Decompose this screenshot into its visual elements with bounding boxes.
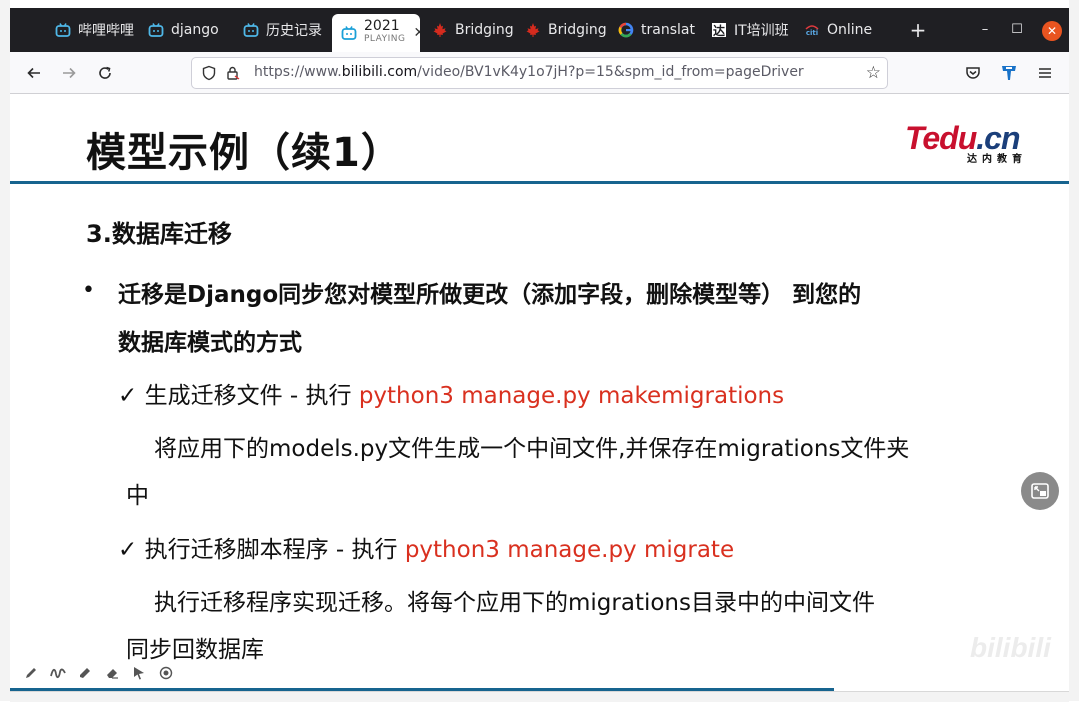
- tab-label: 2021: [364, 18, 400, 34]
- description-line: 执行迁移程序实现迁移。将每个应用下的migrations目录中的中间文件: [154, 590, 875, 616]
- bilibili-icon: [340, 24, 358, 42]
- forward-button[interactable]: [58, 62, 80, 84]
- tab-playing-label: PLAYING: [364, 34, 406, 44]
- reload-button[interactable]: [94, 62, 116, 84]
- check-item-makemigrations: ✓ 生成迁移文件 - 执行 python3 manage.py makemigr…: [118, 376, 784, 410]
- pen-icon[interactable]: [22, 664, 40, 682]
- tab-close-icon[interactable]: ✕: [413, 25, 420, 41]
- bilibili-icon: [54, 21, 72, 39]
- tab-bridging-1[interactable]: Bridging: [431, 14, 515, 46]
- bullet-marker: •: [82, 278, 95, 303]
- record-icon[interactable]: [157, 664, 175, 682]
- hamburger-menu-icon: [1039, 68, 1051, 78]
- maple-leaf-icon: [524, 21, 542, 39]
- description-line: 将应用下的models.py文件生成一个中间文件,并保存在migrations文…: [154, 436, 910, 462]
- url-domain: bilibili.com: [341, 64, 418, 80]
- section-heading: 3.数据库迁移: [86, 220, 232, 248]
- extension-icon: [1002, 66, 1016, 80]
- drawing-toolbar: [22, 664, 175, 682]
- menu-button[interactable]: [1034, 62, 1056, 84]
- maximize-button[interactable]: ☐: [1006, 22, 1028, 37]
- maple-leaf-icon: [431, 21, 449, 39]
- tab-label: 哔哩哔哩: [78, 23, 134, 39]
- check-mark-icon: ✓: [118, 383, 138, 409]
- tab-translate[interactable]: translat: [617, 14, 697, 46]
- highlighter-icon[interactable]: [76, 664, 94, 682]
- window-frame-right: [1069, 0, 1079, 701]
- slide-title: 模型示例（续1）: [86, 130, 402, 176]
- address-bar[interactable]: https://www.bilibili.com/video/BV1vK4y1o…: [191, 57, 888, 89]
- bookmark-star-icon[interactable]: ☆: [866, 63, 881, 83]
- shield-icon[interactable]: [200, 64, 218, 82]
- google-icon: [617, 21, 635, 39]
- command-text: python3 manage.py migrate: [404, 537, 735, 563]
- logo-subtitle: 达内教育: [967, 154, 1027, 165]
- browser-nav-bar: https://www.bilibili.com/video/BV1vK4y1o…: [10, 52, 1069, 94]
- svg-text:达: 达: [713, 23, 725, 38]
- bullet-line-1: 迁移是Django同步您对模型所做更改（添加字段，删除模型等） 到您的: [118, 282, 862, 308]
- browser-tab-bar: 哔哩哔哩 django 历史记录 2021 PLAYING ✕ Bridging…: [10, 8, 1069, 52]
- eraser-icon[interactable]: [103, 664, 121, 682]
- description-line: 同步回数据库: [126, 637, 264, 663]
- tab-active-playing[interactable]: 2021 PLAYING ✕: [332, 14, 420, 52]
- tab-bridging-2[interactable]: Bridging: [524, 14, 608, 46]
- extension-button[interactable]: [998, 62, 1020, 84]
- back-arrow-icon: [27, 67, 40, 79]
- tab-bilibili-home[interactable]: 哔哩哔哩: [54, 14, 134, 46]
- tab-label: Online: [827, 22, 873, 38]
- picture-in-picture-icon: [1031, 483, 1049, 499]
- reload-icon: [99, 66, 111, 79]
- tab-django[interactable]: django: [147, 14, 227, 46]
- tab-label: django: [171, 22, 219, 38]
- minimize-button[interactable]: –: [974, 22, 996, 37]
- tab-label: IT培训班: [734, 23, 789, 39]
- back-button[interactable]: [23, 62, 45, 84]
- pocket-button[interactable]: [962, 62, 984, 84]
- forward-arrow-icon: [63, 67, 76, 79]
- tab-label: Bridging: [548, 22, 607, 38]
- window-frame-left: [0, 0, 10, 701]
- video-slide[interactable]: 模型示例（续1） Tedu.cn 达内教育 3.数据库迁移 • 迁移是Djang…: [10, 94, 1069, 691]
- tab-it-training[interactable]: 达 IT培训班: [710, 14, 794, 46]
- url-text[interactable]: https://www.bilibili.com/video/BV1vK4y1o…: [254, 64, 804, 80]
- tedu-logo: Tedu.cn 达内教育: [905, 120, 1035, 165]
- close-window-button[interactable]: ✕: [1042, 21, 1062, 41]
- command-text: python3 manage.py makemigrations: [358, 383, 785, 409]
- bilibili-icon: [147, 21, 165, 39]
- new-tab-button[interactable]: +: [906, 20, 930, 40]
- check-label: 生成迁移文件 - 执行: [144, 383, 359, 409]
- picture-in-picture-button[interactable]: [1021, 472, 1059, 510]
- description-line: 中: [126, 483, 149, 509]
- freehand-icon[interactable]: [49, 664, 67, 682]
- tab-label: translat: [641, 22, 695, 38]
- citi-icon: citi: [803, 21, 821, 39]
- bullet-line-2: 数据库模式的方式: [118, 330, 302, 356]
- bilibili-icon: [242, 21, 260, 39]
- pointer-icon[interactable]: [130, 664, 148, 682]
- check-label: 执行迁移脚本程序 - 执行: [144, 537, 405, 563]
- lock-icon[interactable]: [224, 64, 242, 82]
- url-path: /video/BV1vK4y1o7jH?p=15&spm_id_from=pag…: [417, 64, 804, 80]
- tab-label: Bridging: [455, 22, 514, 38]
- svg-text:citi: citi: [806, 29, 818, 37]
- tarena-icon: 达: [710, 21, 728, 39]
- window-frame-bottom: [10, 691, 1069, 702]
- check-item-migrate: ✓ 执行迁移脚本程序 - 执行 python3 manage.py migrat…: [118, 530, 734, 564]
- tab-history[interactable]: 历史记录: [242, 14, 322, 46]
- url-prefix: https://www.: [254, 64, 342, 80]
- check-mark-icon: ✓: [118, 537, 138, 563]
- title-divider: [10, 181, 1069, 184]
- pocket-icon: [966, 67, 980, 79]
- tab-online[interactable]: citi Online: [803, 14, 883, 46]
- bilibili-watermark: bilibili: [970, 632, 1051, 663]
- tab-label: 历史记录: [266, 23, 322, 39]
